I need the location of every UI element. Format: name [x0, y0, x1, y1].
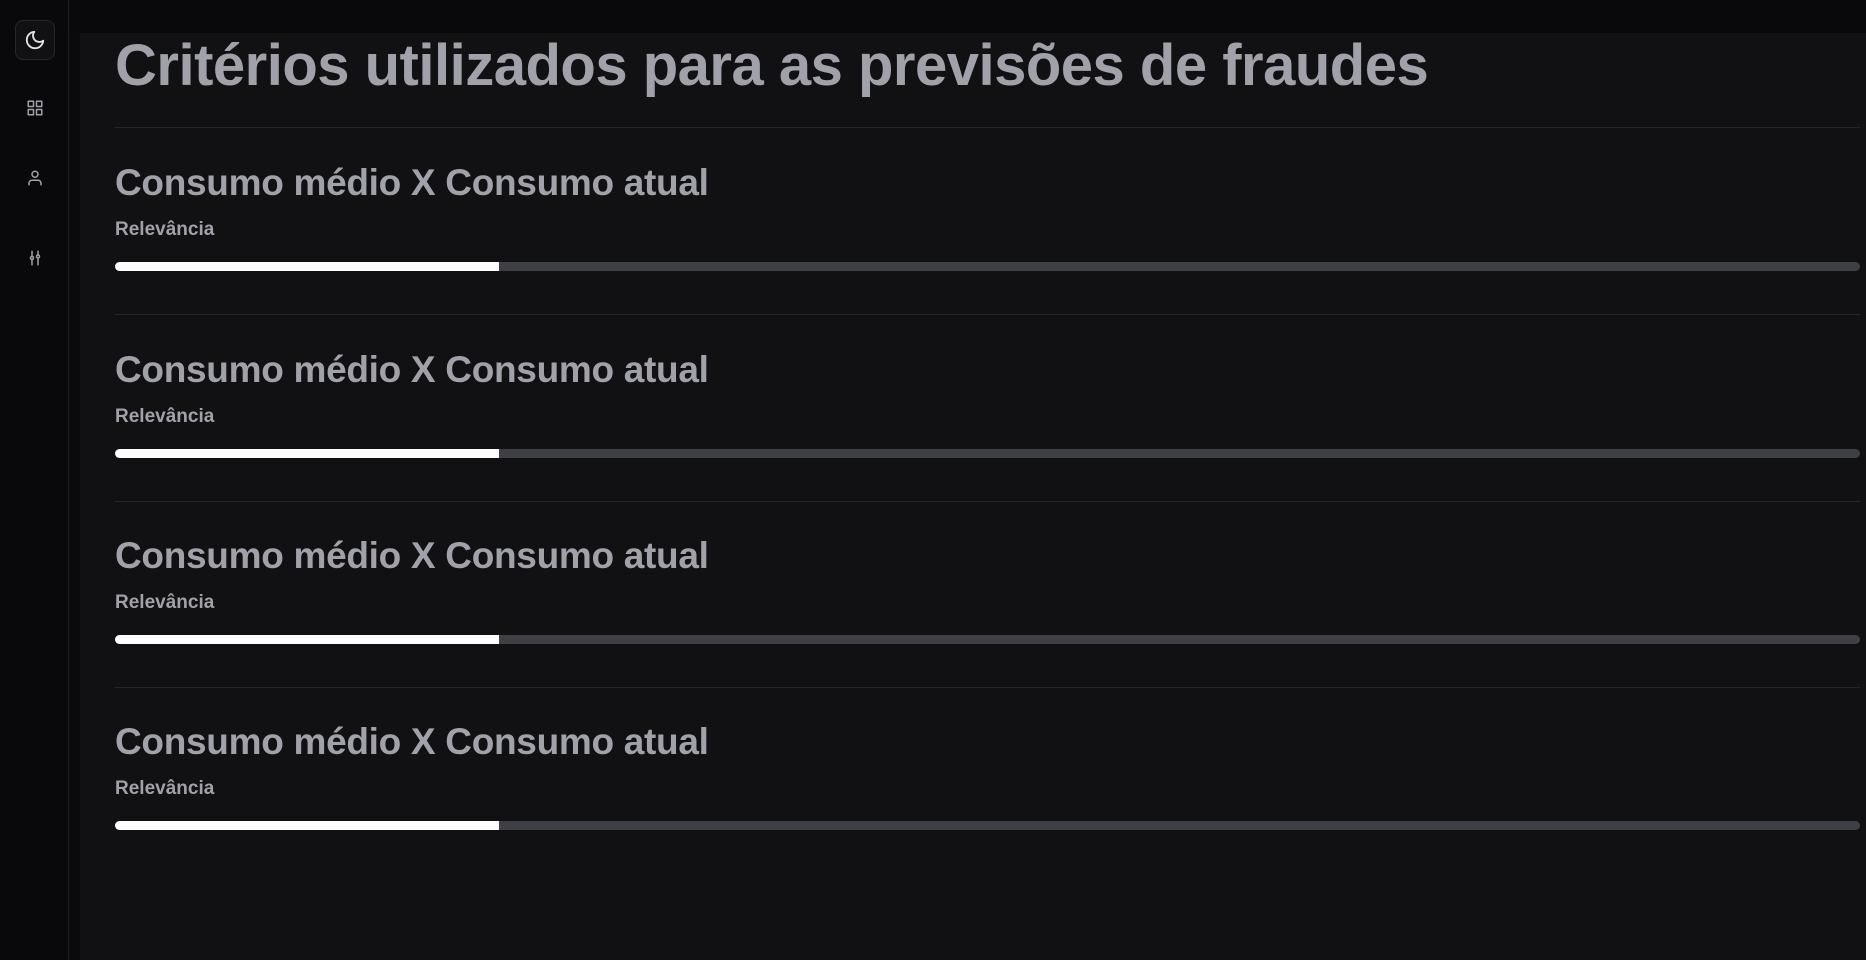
- relevance-bar: [115, 262, 1860, 271]
- relevance-bar-fill: [115, 449, 499, 458]
- page-title: Critérios utilizados para as previsões d…: [115, 33, 1429, 98]
- divider: [115, 687, 1860, 688]
- criterion-title: Consumo médio X Consumo atual: [115, 162, 709, 203]
- criterion-card: Consumo médio X Consumo atual Relevância: [115, 534, 1860, 664]
- relevance-label: Relevância: [115, 592, 215, 613]
- relevance-label: Relevância: [115, 778, 215, 799]
- criterion-card: Consumo médio X Consumo atual Relevância: [115, 720, 1860, 850]
- relevance-label: Relevância: [115, 406, 215, 427]
- relevance-bar-fill: [115, 262, 499, 271]
- relevance-bar: [115, 821, 1860, 830]
- sidebar: [0, 0, 69, 960]
- divider: [115, 501, 1860, 502]
- divider: [115, 314, 1860, 315]
- sidebar-item-settings[interactable]: [15, 238, 55, 278]
- top-bar: [70, 0, 1866, 33]
- sliders-icon: [26, 249, 44, 267]
- grid-icon: [26, 99, 44, 117]
- sidebar-item-dashboard[interactable]: [15, 88, 55, 128]
- criterion-title: Consumo médio X Consumo atual: [115, 535, 709, 576]
- criterion-card: Consumo médio X Consumo atual Relevância: [115, 348, 1860, 478]
- relevance-bar: [115, 449, 1860, 458]
- user-icon: [26, 169, 44, 187]
- relevance-bar-fill: [115, 635, 499, 644]
- criterion-card: Consumo médio X Consumo atual Relevância: [115, 161, 1860, 291]
- relevance-bar: [115, 635, 1860, 644]
- relevance-label: Relevância: [115, 219, 215, 240]
- criterion-title: Consumo médio X Consumo atual: [115, 721, 709, 762]
- moon-icon: [24, 29, 46, 51]
- main-content: Critérios utilizados para as previsões d…: [80, 33, 1866, 960]
- relevance-bar-fill: [115, 821, 499, 830]
- theme-toggle-button[interactable]: [15, 20, 55, 60]
- sidebar-item-profile[interactable]: [15, 158, 55, 198]
- divider: [115, 127, 1860, 128]
- criterion-title: Consumo médio X Consumo atual: [115, 349, 709, 390]
